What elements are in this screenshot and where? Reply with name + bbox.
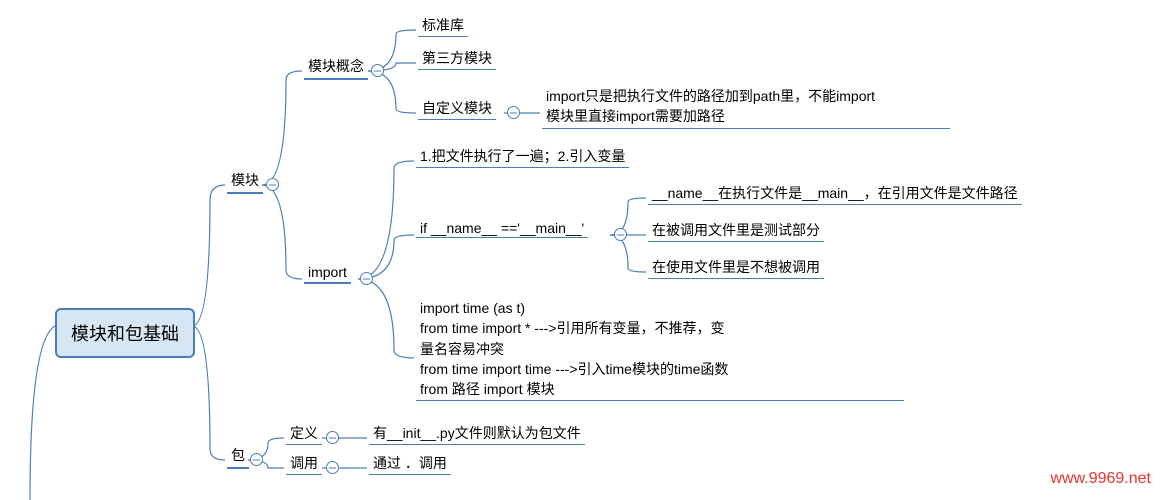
node-concept[interactable]: 模块概念: [304, 56, 368, 80]
node-module[interactable]: 模块: [227, 170, 263, 194]
node-imp-effect: 1.把文件执行了一遍；2.引入变量: [416, 146, 629, 168]
toggle-icon[interactable]: [326, 431, 339, 444]
node-call[interactable]: 调用: [286, 453, 322, 475]
node-ifn1: __name__在执行文件是__main__，在引用文件是文件路径: [648, 183, 1022, 205]
toggle-icon[interactable]: [326, 461, 339, 474]
node-ifname[interactable]: if __name__ =='__main__': [416, 220, 588, 238]
toggle-icon[interactable]: [266, 178, 279, 191]
watermark: www.9969.net: [1050, 470, 1151, 488]
node-ifn3: 在使用文件里是不想被调用: [648, 257, 824, 279]
node-call-note: 通过 ．调用: [369, 453, 451, 475]
toggle-icon[interactable]: [614, 228, 627, 241]
toggle-icon[interactable]: [250, 453, 263, 466]
node-package[interactable]: 包: [227, 445, 249, 469]
toggle-icon[interactable]: [507, 106, 520, 119]
node-def[interactable]: 定义: [286, 423, 322, 445]
node-ifn2: 在被调用文件里是测试部分: [648, 220, 824, 242]
node-custom-note: import只是把执行文件的路径加到path里，不能import 模块里直接im…: [542, 86, 950, 129]
node-custom[interactable]: 自定义模块: [418, 98, 496, 120]
toggle-icon[interactable]: [371, 64, 384, 77]
node-import[interactable]: import: [304, 264, 351, 284]
node-import-syntax: import time (as t) from time import * --…: [416, 298, 904, 401]
node-def-note: 有__init__.py文件则默认为包文件: [369, 423, 585, 445]
root-node: 模块和包基础: [55, 308, 195, 358]
root-label: 模块和包基础: [71, 324, 179, 344]
toggle-icon[interactable]: [360, 272, 373, 285]
node-std[interactable]: 标准库: [418, 15, 468, 37]
node-third[interactable]: 第三方模块: [418, 48, 496, 70]
